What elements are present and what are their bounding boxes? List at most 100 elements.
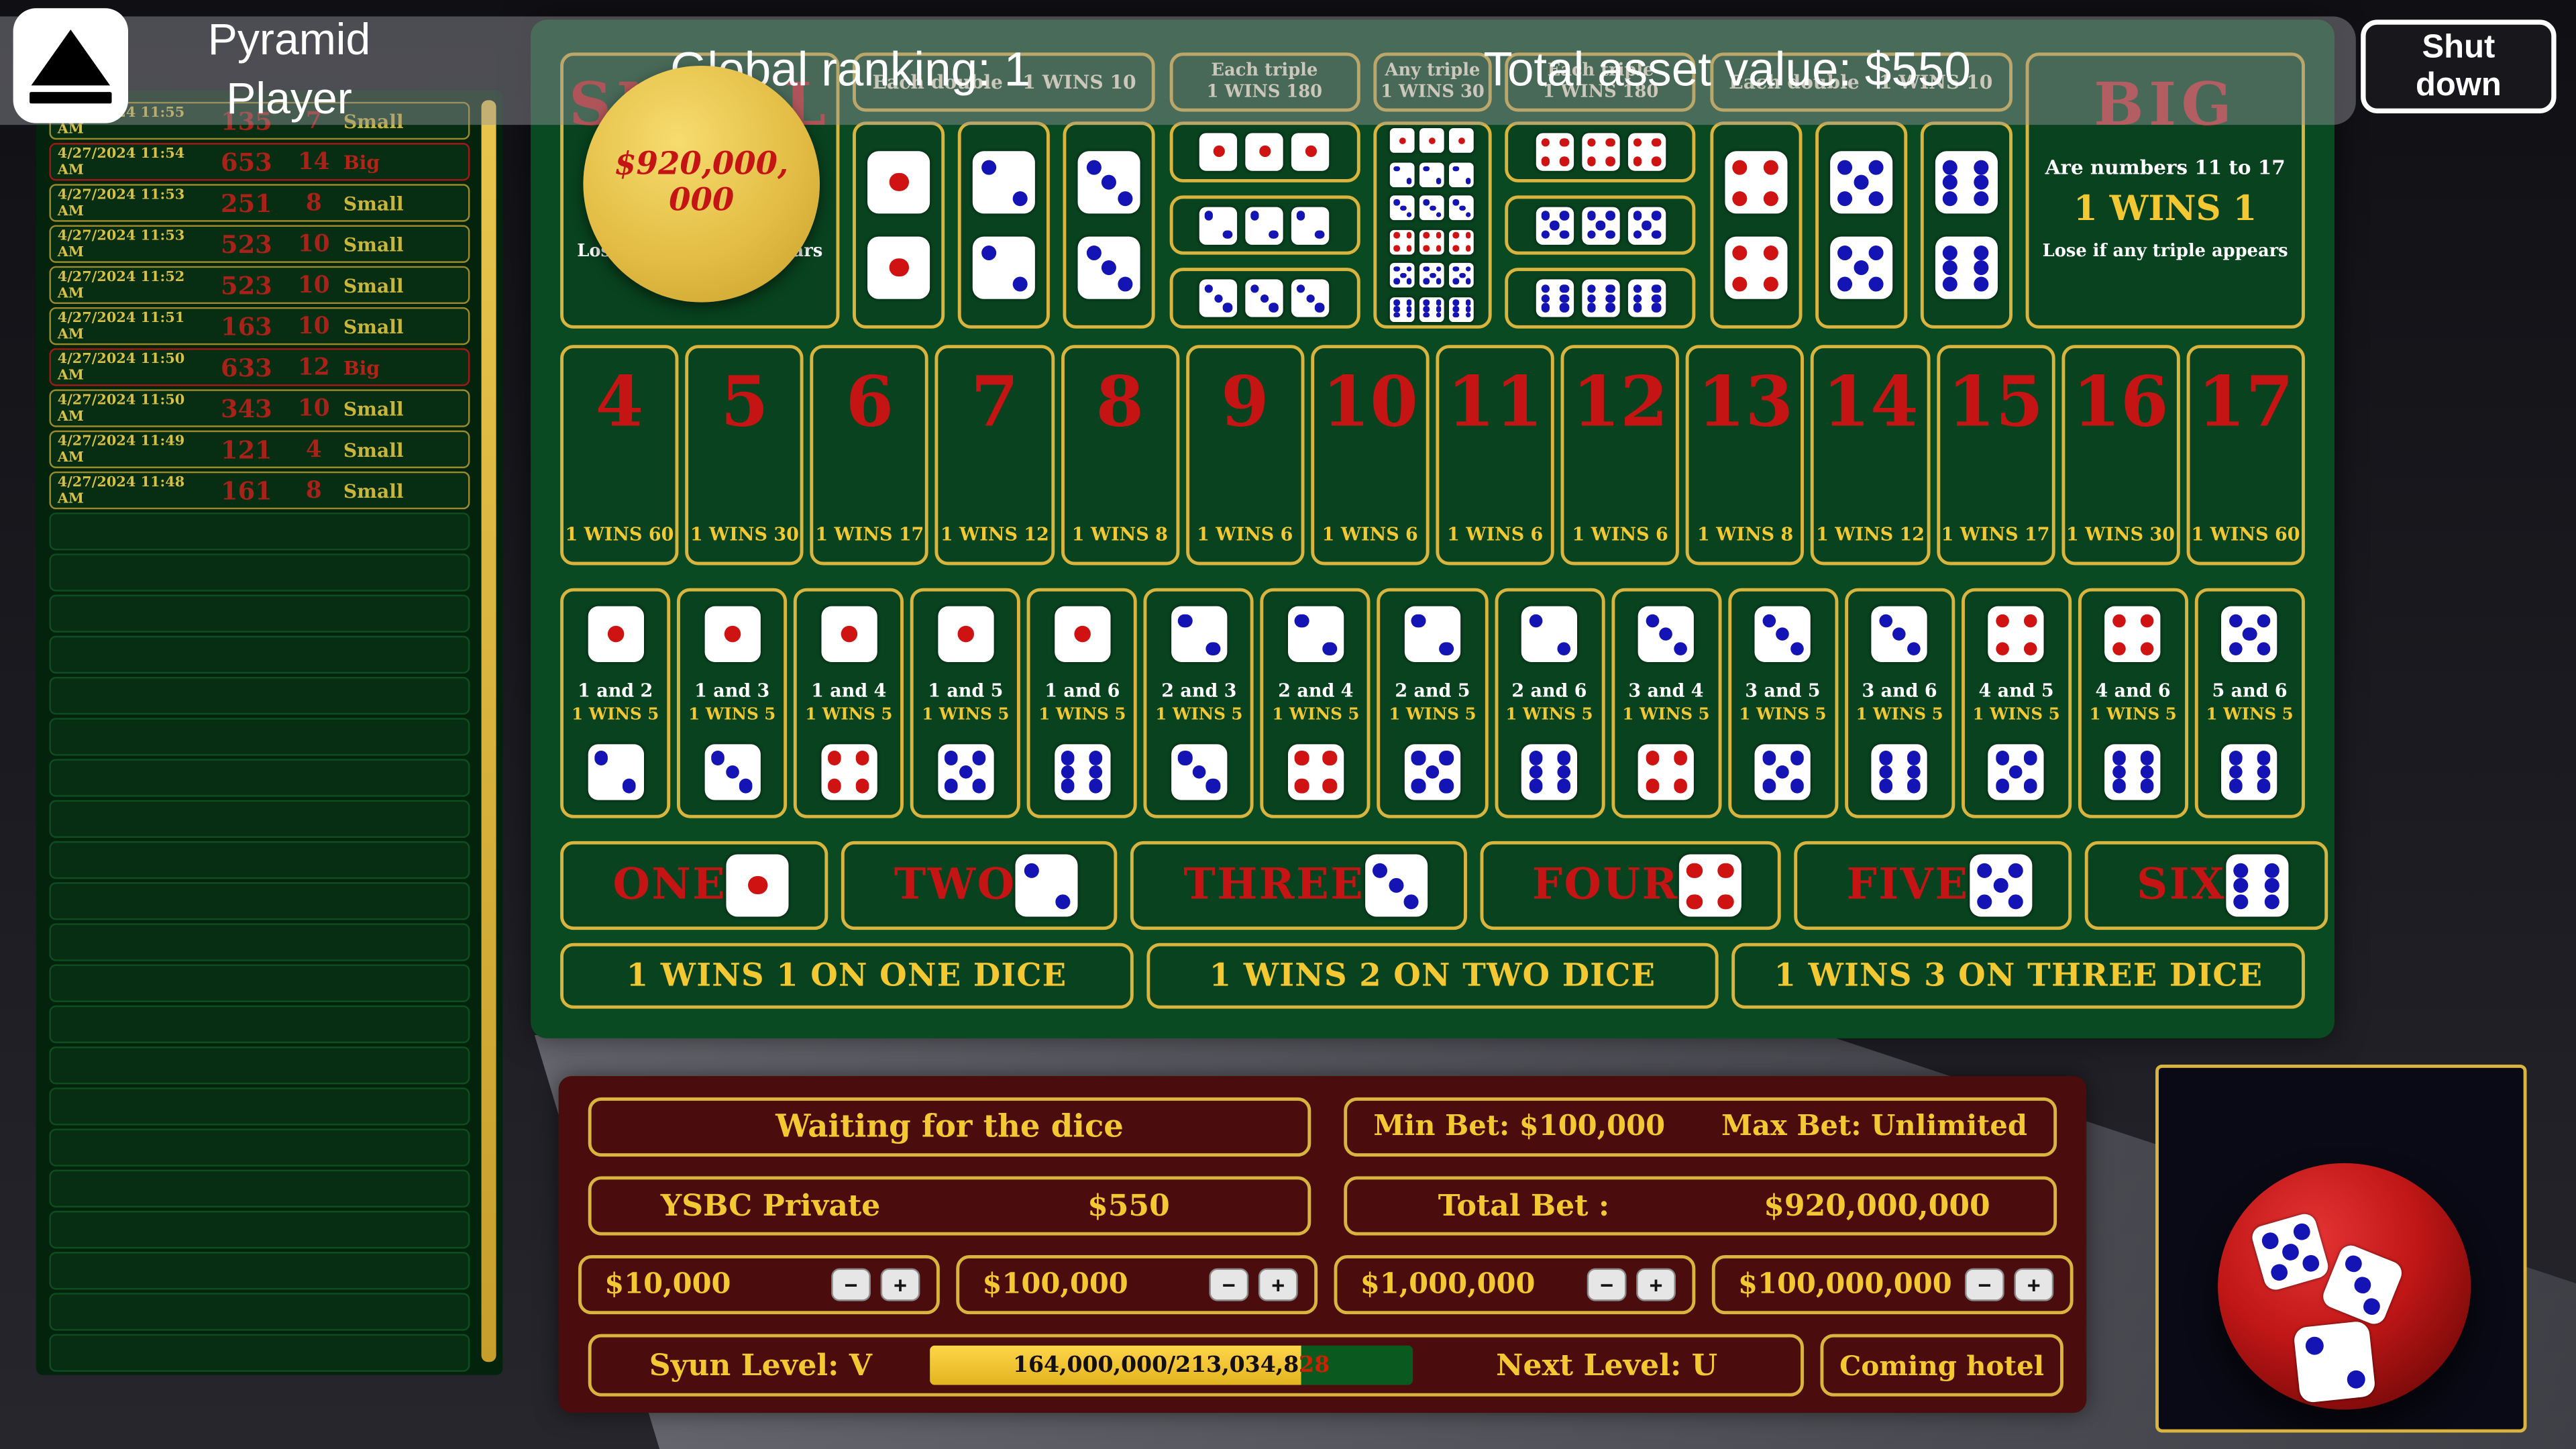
bet-total-7[interactable]: 71 WINS 12: [936, 345, 1055, 565]
chip-plus-button[interactable]: +: [1258, 1269, 1298, 1301]
die-5: [1391, 263, 1415, 288]
bet-double-6[interactable]: [1920, 121, 2012, 329]
die-6: [1391, 297, 1415, 321]
die-3: [1364, 854, 1427, 916]
combo-text: 3 and 61 WINS 5: [1856, 681, 1943, 726]
bet-combo-5-6[interactable]: 5 and 61 WINS 5: [2195, 588, 2305, 818]
die-6: [2105, 744, 2161, 800]
single-word: SIX: [2137, 861, 2226, 910]
bet-single-two[interactable]: TWO: [841, 841, 1118, 930]
chip-plus-button[interactable]: +: [881, 1269, 920, 1301]
bet-total-8[interactable]: 81 WINS 8: [1061, 345, 1179, 565]
die-1: [868, 151, 930, 213]
bet-combo-3-4[interactable]: 3 and 41 WINS 5: [1611, 588, 1721, 818]
bet-double-2[interactable]: [959, 121, 1051, 329]
bet-triple-3[interactable]: [1169, 268, 1360, 329]
bet-combo-2-5[interactable]: 2 and 51 WINS 5: [1377, 588, 1487, 818]
bet-total-4[interactable]: 41 WINS 60: [560, 345, 679, 565]
chip-amount: $100,000: [982, 1269, 1199, 1301]
die-4: [1391, 229, 1415, 254]
bet-total-16[interactable]: 161 WINS 30: [2061, 345, 2180, 565]
history-total: 10: [284, 272, 343, 298]
bet-single-six[interactable]: SIX: [2084, 841, 2328, 930]
die-4: [1679, 854, 1741, 916]
die-5: [1450, 263, 1474, 288]
bet-total-10[interactable]: 101 WINS 6: [1311, 345, 1430, 565]
bet-combo-4-5[interactable]: 4 and 51 WINS 5: [1961, 588, 2071, 818]
die-5: [1969, 854, 2031, 916]
chip-select-1[interactable]: $10,000−+: [578, 1255, 940, 1314]
bet-total-15[interactable]: 151 WINS 17: [1936, 345, 2055, 565]
bet-combo-1-6[interactable]: 1 and 61 WINS 5: [1027, 588, 1137, 818]
bet-total-9[interactable]: 91 WINS 6: [1185, 345, 1304, 565]
combo-odds: 1 WINS 5: [1856, 704, 1943, 726]
chip-minus-button[interactable]: −: [1209, 1269, 1248, 1301]
bet-combo-1-4[interactable]: 1 and 41 WINS 5: [794, 588, 904, 818]
bet-combo-1-3[interactable]: 1 and 31 WINS 5: [677, 588, 787, 818]
bet-single-five[interactable]: FIVE: [1794, 841, 2071, 930]
bet-triple-6[interactable]: [1505, 268, 1696, 329]
bet-combo-2-3[interactable]: 2 and 31 WINS 5: [1144, 588, 1254, 818]
die-4: [1638, 744, 1694, 800]
shutdown-button[interactable]: Shut down: [2361, 19, 2556, 113]
history-row-empty: [49, 1087, 470, 1125]
bet-triple-2[interactable]: [1169, 195, 1360, 256]
total-number: 5: [720, 368, 769, 437]
die-5: [1582, 206, 1619, 244]
bet-double-1[interactable]: [853, 121, 945, 329]
bet-total-6[interactable]: 61 WINS 17: [810, 345, 929, 565]
chip-plus-button[interactable]: +: [2014, 1269, 2053, 1301]
bet-combo-3-6[interactable]: 3 and 61 WINS 5: [1844, 588, 1954, 818]
bet-double-5[interactable]: [1815, 121, 1907, 329]
bet-any-triple[interactable]: [1373, 121, 1491, 329]
coming-hotel-button[interactable]: Coming hotel: [1820, 1334, 2063, 1397]
bet-single-three[interactable]: THREE: [1131, 841, 1466, 930]
bet-total-14[interactable]: 141 WINS 12: [1811, 345, 1930, 565]
bet-combo-4-6[interactable]: 4 and 61 WINS 5: [2078, 588, 2188, 818]
chip-select-3[interactable]: $1,000,000−+: [1334, 1255, 1696, 1314]
bet-triple-5[interactable]: [1505, 195, 1696, 256]
bet-combo-1-5[interactable]: 1 and 51 WINS 5: [910, 588, 1020, 818]
bet-double-3[interactable]: [1063, 121, 1155, 329]
chip-minus-button[interactable]: −: [1965, 1269, 2004, 1301]
bet-total-11[interactable]: 111 WINS 6: [1436, 345, 1554, 565]
next-level-label: Next Level: U: [1413, 1348, 1801, 1382]
history-row-empty: [49, 965, 470, 1002]
die-1: [588, 606, 643, 662]
bet-total-12[interactable]: 121 WINS 6: [1561, 345, 1680, 565]
pyramid-triangle-icon: [32, 29, 111, 85]
bet-single-four[interactable]: FOUR: [1480, 841, 1781, 930]
bet-triple-4[interactable]: [1505, 121, 1696, 182]
bet-total-13[interactable]: 131 WINS 8: [1686, 345, 1805, 565]
bet-combo-3-5[interactable]: 3 and 51 WINS 5: [1727, 588, 1837, 818]
die-4: [1582, 133, 1619, 170]
die-5: [1405, 744, 1460, 800]
combo-odds: 1 WINS 5: [1389, 704, 1476, 726]
combo-text: 5 and 61 WINS 5: [2206, 681, 2294, 726]
total-odds: 1 WINS 6: [1572, 524, 1668, 545]
die-6: [1935, 151, 1997, 213]
chip-plus-button[interactable]: +: [1636, 1269, 1676, 1301]
bet-double-4[interactable]: [1710, 121, 1802, 329]
combo-text: 2 and 51 WINS 5: [1389, 681, 1476, 726]
bet-combo-2-4[interactable]: 2 and 41 WINS 5: [1260, 588, 1371, 818]
bet-single-one[interactable]: ONE: [560, 841, 828, 930]
history-row-empty: [49, 1046, 470, 1084]
chip-minus-button[interactable]: −: [1587, 1269, 1627, 1301]
combo-text: 2 and 61 WINS 5: [1505, 681, 1593, 726]
bet-total-17[interactable]: 171 WINS 60: [2186, 345, 2305, 565]
bet-combo-1-2[interactable]: 1 and 21 WINS 5: [560, 588, 670, 818]
combo-odds: 1 WINS 5: [572, 704, 659, 726]
each-double-right-bets: [1710, 121, 2012, 329]
bet-total-5[interactable]: 51 WINS 30: [686, 345, 804, 565]
history-total: 4: [284, 436, 343, 462]
chip-minus-button[interactable]: −: [831, 1269, 871, 1301]
history-scrollbar[interactable]: [482, 100, 496, 1362]
chip-select-2[interactable]: $100,000−+: [956, 1255, 1318, 1314]
chip-select-4[interactable]: $100,000,000−+: [1712, 1255, 2074, 1314]
bet-triple-1[interactable]: [1169, 121, 1360, 182]
history-row-empty: [49, 1170, 470, 1208]
history-result: Small: [343, 315, 468, 337]
bet-combo-2-6[interactable]: 2 and 61 WINS 5: [1494, 588, 1604, 818]
history-row: 4/27/2024 11:48 AM1618Small: [49, 472, 470, 509]
